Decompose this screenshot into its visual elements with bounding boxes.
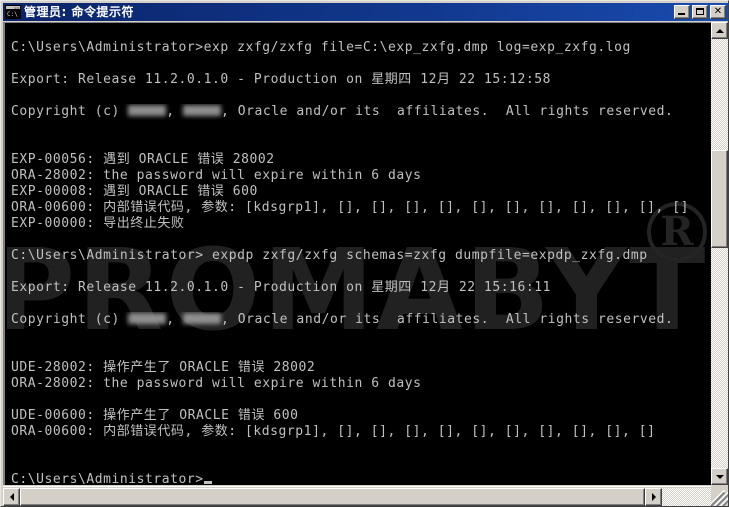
close-button[interactable]: ✕ <box>710 5 726 19</box>
console-line: UDE-00600: 操作产生了 ORACLE 错误 600 <box>11 408 299 423</box>
window-title: 管理员: 命令提示符 <box>24 5 134 19</box>
scroll-down-arrow-icon <box>715 474 724 479</box>
console-line-text: , <box>166 104 184 119</box>
horizontal-scrollbar-thumb[interactable] <box>20 488 645 506</box>
console-line: C:\Users\Administrator>exp zxfg/zxfg fil… <box>11 40 631 55</box>
scroll-right-button[interactable] <box>645 488 662 506</box>
console-icon: ▫▫ C:\ <box>5 5 21 19</box>
resize-grip[interactable] <box>711 486 728 506</box>
scroll-up-button[interactable] <box>711 22 728 39</box>
maximize-icon <box>696 8 704 15</box>
minimize-button[interactable] <box>674 5 690 19</box>
window-controls: ✕ <box>674 5 726 19</box>
console-line: EXP-00008: 遇到 ORACLE 错误 600 <box>11 184 258 199</box>
console-line: Export: Release 11.2.0.1.0 - Production … <box>11 72 552 87</box>
console-line: Export: Release 11.2.0.1.0 - Production … <box>11 280 552 295</box>
console-line: ORA-28002: the password will expire with… <box>11 376 422 391</box>
console-line: ORA-00600: 内部错误代码, 参数: [kdsgrp1], [], []… <box>11 424 656 439</box>
scroll-left-arrow-icon <box>9 493 14 501</box>
console-prompt-text: C:\Users\Administrator> <box>11 472 204 485</box>
close-icon: ✕ <box>713 6 723 17</box>
console-line-text: , Oracle and/or its affiliates. All righ… <box>221 104 674 119</box>
redacted-block <box>183 313 222 324</box>
console-line-text: Copyright (c) <box>11 312 129 327</box>
maximize-button[interactable] <box>692 5 708 19</box>
scroll-right-arrow-icon <box>651 493 656 501</box>
scroll-left-button[interactable] <box>3 488 20 506</box>
console-line: EXP-00056: 遇到 ORACLE 错误 28002 <box>11 152 275 167</box>
vertical-scrollbar-track[interactable] <box>711 22 728 485</box>
console-line-text: Copyright (c) <box>11 104 129 119</box>
console-text-lines: C:\Users\Administrator>exp zxfg/zxfg fil… <box>11 24 711 485</box>
scroll-up-arrow-icon <box>715 28 724 33</box>
console-icon-dots: ▫▫ <box>14 5 19 10</box>
console-line: Copyright (c) , , Oracle and/or its affi… <box>11 104 711 120</box>
console-screen[interactable]: PROMABYTE R C:\Users\Administrator>exp z… <box>7 24 711 485</box>
command-prompt-window: ▫▫ C:\ 管理员: 命令提示符 ✕ PROMABYTE R C:\Users… <box>0 0 729 507</box>
vertical-scrollbar-thumb[interactable] <box>711 150 728 248</box>
console-line-text: , Oracle and/or its affiliates. All righ… <box>221 312 674 327</box>
title-bar[interactable]: ▫▫ C:\ 管理员: 命令提示符 ✕ <box>3 3 728 21</box>
console-line: Copyright (c) , , Oracle and/or its affi… <box>11 312 711 328</box>
console-client-area: PROMABYTE R C:\Users\Administrator>exp z… <box>3 22 728 506</box>
scroll-down-button[interactable] <box>711 468 728 485</box>
redacted-block <box>183 105 222 116</box>
console-output-panel[interactable]: PROMABYTE R C:\Users\Administrator>exp z… <box>3 22 711 485</box>
console-prompt-line: C:\Users\Administrator> <box>11 472 711 485</box>
console-icon-screen: C:\ <box>6 10 20 18</box>
console-line: EXP-00000: 导出终止失败 <box>11 216 185 231</box>
console-line: C:\Users\Administrator> expdp zxfg/zxfg … <box>11 248 648 263</box>
redacted-block <box>128 105 167 116</box>
console-line: UDE-28002: 操作产生了 ORACLE 错误 28002 <box>11 360 316 375</box>
minimize-icon <box>678 13 685 15</box>
console-line-text: , <box>166 312 184 327</box>
text-cursor <box>203 481 212 484</box>
console-line: ORA-00600: 内部错误代码, 参数: [kdsgrp1], [], []… <box>11 200 690 215</box>
redacted-block <box>128 313 167 324</box>
console-line: ORA-28002: the password will expire with… <box>11 168 422 183</box>
horizontal-scrollbar[interactable] <box>3 486 711 506</box>
vertical-scrollbar[interactable] <box>711 22 728 485</box>
